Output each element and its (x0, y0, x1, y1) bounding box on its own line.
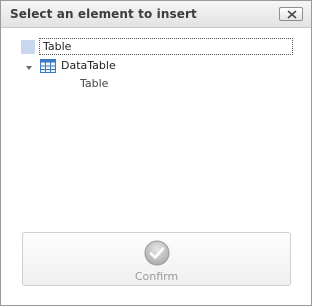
expand-arrow-icon[interactable] (25, 64, 33, 72)
dialog-body: Table DataTable Table Confirm (1, 28, 311, 305)
close-button[interactable] (279, 7, 303, 21)
tree-item-datatable-table[interactable]: Table (80, 77, 108, 90)
title-bar: Select an element to insert (1, 1, 311, 28)
insert-element-dialog: Select an element to insert Table DataTa… (0, 0, 312, 306)
dialog-title: Select an element to insert (10, 7, 197, 21)
element-tree[interactable]: Table DataTable Table (1, 28, 311, 228)
tree-item-root-table[interactable]: Table (39, 38, 293, 55)
table-grid-icon (40, 59, 56, 73)
selection-indicator (21, 40, 35, 54)
tree-item-label: Table (43, 40, 72, 53)
confirm-button[interactable]: Confirm (22, 232, 291, 286)
checkmark-icon (144, 240, 170, 266)
confirm-label: Confirm (134, 270, 179, 283)
tree-item-datatable[interactable]: DataTable (61, 59, 116, 72)
close-icon (287, 10, 297, 19)
